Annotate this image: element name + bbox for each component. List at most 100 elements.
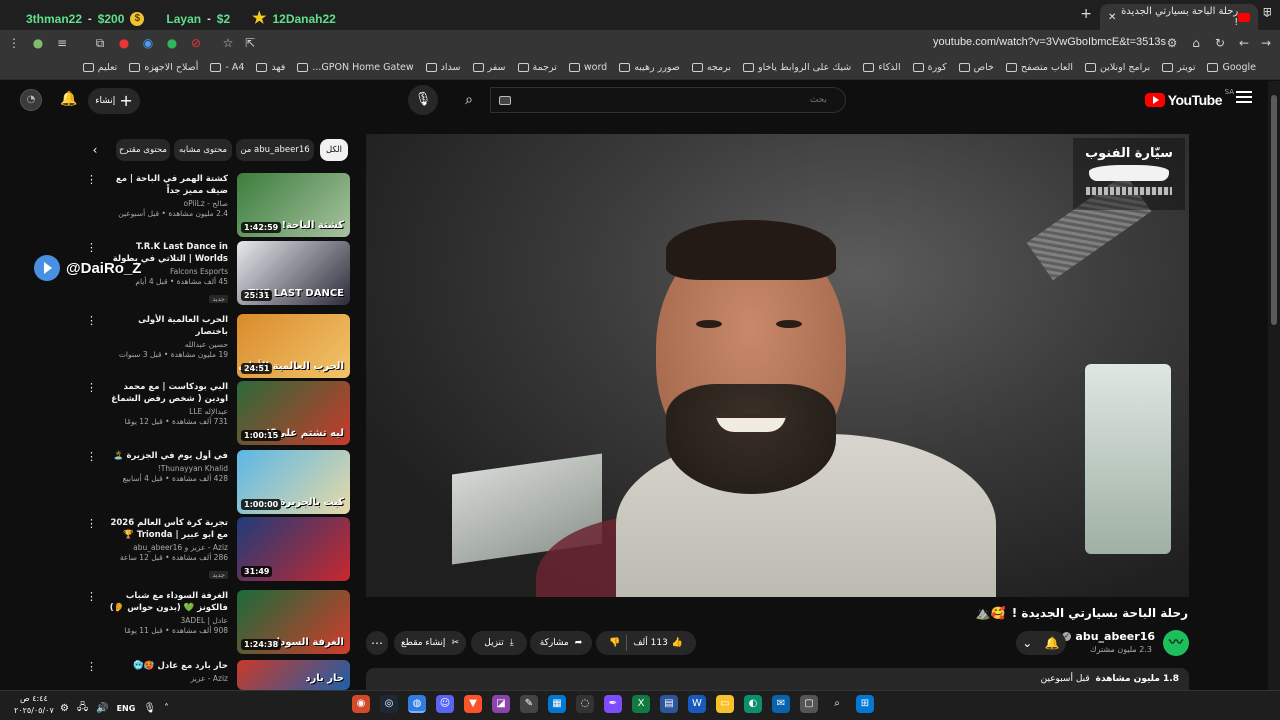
video-thumbnail[interactable]: كشتة الباحة! 1:42:59 [237, 173, 350, 237]
recommended-video-title[interactable]: الغرفة السوداء مع شباب فالكونز 💚 (بدون ح… [104, 590, 228, 614]
more-vertical-icon[interactable]: ⋮ [86, 591, 97, 602]
bookmark-item[interactable]: سداد [425, 62, 461, 73]
bookmark-item[interactable]: أصلاح الاجهزه [129, 62, 198, 73]
more-vertical-icon[interactable]: ⋮ [86, 661, 97, 672]
bookmark-item[interactable]: الذكاء [863, 62, 901, 73]
channel-name-link[interactable]: ✓ abu_abeer16 [1062, 630, 1155, 643]
recommended-video[interactable]: كشتة الباحة! 1:42:59 كشتة الهمر في الباحة … [86, 173, 350, 237]
recommended-channel-name[interactable]: Aziz - عزيز [104, 674, 228, 683]
like-button[interactable]: 👍 113 ألف [633, 638, 683, 648]
install-app-icon[interactable]: ⇱ [242, 35, 258, 51]
bookmark-star-icon[interactable]: ☆ [220, 35, 236, 51]
recommended-video[interactable]: حار بارد حار بارد مع عادل 🥵🥶 Aziz - عزيز ⋮ [86, 660, 350, 690]
create-button[interactable]: + إنشاء [88, 88, 140, 114]
recommended-video-title[interactable]: تجربة كرة كأس العالم 2026 مع ابو عبير | … [104, 517, 228, 541]
recommended-channel-name[interactable]: صالح - oPiiLz [104, 199, 229, 208]
recommended-channel-name[interactable]: Aziz - عزيز و abu_abeer16 [104, 543, 228, 552]
app-search-icon[interactable]: ⌕ [828, 695, 846, 713]
microphone-icon[interactable]: 🎙 [143, 703, 156, 714]
keyboard-icon[interactable] [499, 96, 511, 105]
app-steam-icon[interactable]: ◎ [380, 695, 398, 713]
chip-from-channel[interactable]: من abu_abeer16 [236, 139, 314, 161]
app-edge-icon[interactable]: ◐ [744, 695, 762, 713]
more-vertical-icon[interactable]: ⋮ [86, 315, 97, 326]
bookmark-item[interactable]: العاب متصفح [1005, 62, 1073, 73]
app-tool-icon[interactable]: ✎ [520, 695, 538, 713]
bookmark-item[interactable]: برامج اونلاين [1084, 62, 1150, 73]
recommended-video[interactable]: ليه تشتم علي؟! 1:00:15 البي بودكاست | مع م… [86, 381, 350, 445]
app-file-explorer-icon[interactable]: ▭ [716, 695, 734, 713]
address-bar[interactable]: youtube.com/watch?v=3VwGboIbmcE&t=3513s [933, 36, 1166, 48]
bookmark-item[interactable]: خاص [958, 62, 994, 73]
recommended-video[interactable]: الحرب العالمية الأولى 24:51 الحرب العالمية… [86, 314, 350, 378]
more-vertical-icon[interactable]: ⋮ [86, 174, 97, 185]
app-outlook-icon[interactable]: ✉ [772, 695, 790, 713]
voice-search-mic-icon[interactable]: 🎙 [408, 85, 438, 115]
video-thumbnail[interactable]: THE LAST DANCE 25:31 [237, 241, 350, 305]
app-word-icon[interactable]: W [688, 695, 706, 713]
volume-icon[interactable]: 🔊 [96, 703, 108, 714]
bookmark-item[interactable]: شيك على الروابط ياخاو [743, 62, 851, 73]
back-icon[interactable]: ← [1236, 35, 1252, 51]
bookmark-item[interactable]: كورة [912, 62, 947, 73]
chip-similar[interactable]: محتوى مشابه [174, 139, 232, 161]
chevron-left-icon[interactable]: ‹ [86, 142, 104, 158]
close-tab-icon[interactable]: ✕ [1108, 12, 1116, 23]
extension-green-icon[interactable]: ● [164, 35, 180, 51]
bookmark-item[interactable]: Google [1207, 62, 1256, 73]
extension-red-icon[interactable]: ● [116, 35, 132, 51]
app-firefox-icon[interactable]: ◉ [352, 695, 370, 713]
app-media-icon[interactable]: ◌ [576, 695, 594, 713]
recommended-channel-name[interactable]: حسين عبدالله [104, 340, 228, 349]
bookmark-item[interactable]: ترجمة [517, 62, 557, 73]
recommended-channel-name[interactable]: عادل | 3ADEL [104, 616, 228, 625]
site-settings-icon[interactable]: ⚙ [1164, 35, 1180, 51]
profile-icon[interactable]: ● [30, 35, 46, 51]
app-chrome-icon[interactable]: ◍ [408, 695, 426, 713]
share-button[interactable]: ➦ مشاركة [530, 631, 592, 655]
network-icon[interactable]: 🖧 [77, 700, 88, 717]
bookmark-item[interactable]: فهد [256, 62, 285, 73]
bookmark-item[interactable]: تويتر [1162, 62, 1195, 73]
dislike-button[interactable]: 👎 [609, 638, 620, 648]
recommended-video-title[interactable]: في أول يوم في الجزيرة 🏝️ [104, 450, 228, 462]
forward-icon[interactable]: → [1258, 35, 1274, 51]
download-button[interactable]: ⤓ تنزيل [471, 631, 527, 655]
app-store-icon[interactable]: ▦ [548, 695, 566, 713]
recommended-channel-name[interactable]: Thunayyan Khalid! [104, 464, 228, 473]
recommended-video-title[interactable]: الحرب العالمية الأولى باختصار [104, 314, 228, 338]
video-thumbnail[interactable]: ليه تشتم علي؟! 1:00:15 [237, 381, 350, 445]
video-thumbnail[interactable]: كبت بالجزيرة 1:00:00 [237, 450, 350, 514]
settings-icon[interactable]: ⚙ [60, 703, 69, 714]
reload-icon[interactable]: ↻ [1212, 35, 1228, 51]
chip-all[interactable]: الكل [320, 139, 348, 161]
recommended-video-title[interactable]: البي بودكاست | مع محمد اودين ( شخص رفض ا… [104, 381, 228, 405]
recommended-video[interactable]: كبت بالجزيرة 1:00:00 في أول يوم في الجزيرة… [86, 450, 350, 514]
recommended-video-title[interactable]: حار بارد مع عادل 🥵🥶 [104, 660, 228, 672]
new-tab-button[interactable]: + [1080, 6, 1092, 22]
search-button[interactable]: ⌕ [448, 87, 490, 113]
bookmark-item[interactable]: word [568, 62, 607, 73]
page-scrollbar[interactable] [1268, 81, 1280, 690]
bookmark-item[interactable]: تعليم [82, 62, 117, 73]
video-player[interactable]: سيّارة الفنوب [366, 134, 1189, 597]
extension-adblock-icon[interactable]: ⊘ [188, 35, 204, 51]
chevron-up-icon[interactable]: ˄ [164, 703, 169, 714]
subscription-bell-button[interactable]: ⌄ 🔔 [1016, 631, 1066, 655]
extension-blue-icon[interactable]: ◉ [140, 35, 156, 51]
hamburger-menu-icon[interactable] [1236, 91, 1252, 103]
clip-button[interactable]: ✂ إنشاء مقطع [394, 631, 466, 655]
tab-youtube[interactable]: رحلة الباحة بسيارتي الجديدة ! ✕ [1100, 4, 1258, 30]
channel-avatar[interactable]: 〰 [1163, 630, 1189, 656]
account-avatar[interactable]: ◔ [20, 89, 42, 111]
chip-suggested[interactable]: محتوى مقترح [116, 139, 170, 161]
app-pen-icon[interactable]: ✒ [604, 695, 622, 713]
input-language[interactable]: ENG [117, 704, 136, 713]
bookmark-item[interactable]: A4 - [210, 62, 244, 73]
extensions-icon[interactable]: ⧉ [92, 35, 108, 51]
recommended-video-title[interactable]: كشتة الهمر في الباحة | مع ضيف مميز جداً [104, 173, 228, 197]
bookmark-item[interactable]: برمجه [691, 62, 731, 73]
bookmark-item[interactable]: GPON Home Gatew... [297, 62, 414, 73]
more-actions-button[interactable]: ⋯ [366, 631, 388, 655]
bookmark-item[interactable]: صورر رهيبه [619, 62, 680, 73]
